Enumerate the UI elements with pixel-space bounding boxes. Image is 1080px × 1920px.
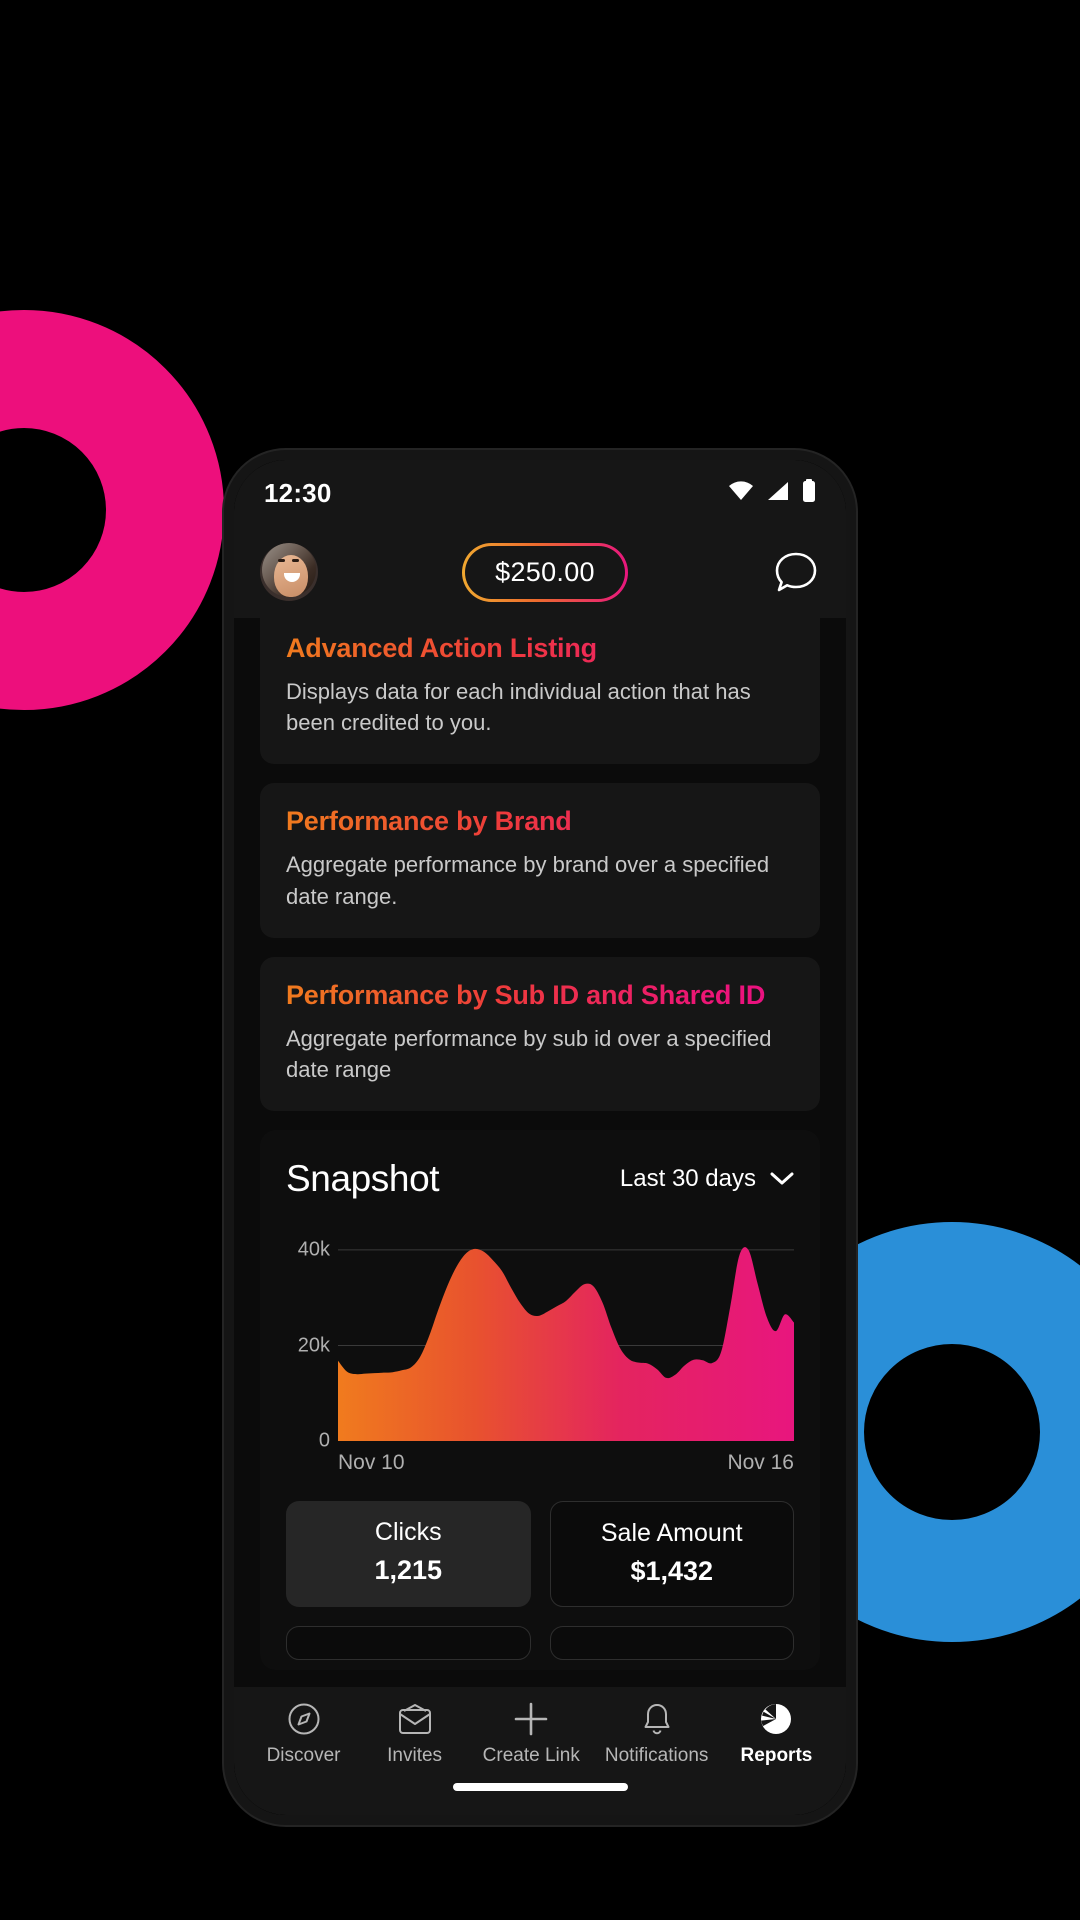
nav-label: Create Link (482, 1745, 580, 1766)
report-card-title: Advanced Action Listing (286, 632, 794, 665)
content-scroll-area[interactable]: Advanced Action Listing Displays data fo… (234, 618, 846, 1815)
report-card-performance-by-brand[interactable]: Performance by Brand Aggregate performan… (260, 783, 820, 938)
nav-item-invites[interactable]: Invites (372, 1701, 458, 1767)
status-bar-clock: 12:30 (264, 477, 332, 508)
status-bar: 12:30 (234, 460, 846, 526)
decorative-pink-ring (0, 310, 224, 710)
chart-xtick-start: Nov 10 (338, 1451, 405, 1475)
nav-item-create-link[interactable]: Create Link (483, 1701, 580, 1767)
report-card-title: Performance by Sub ID and Shared ID (286, 979, 794, 1012)
nav-label: Reports (740, 1745, 813, 1766)
bottom-nav-items: Discover Invites Create Link Notificatio… (234, 1701, 846, 1767)
stat-label: Sale Amount (600, 1519, 743, 1548)
envelope-icon (398, 1701, 432, 1737)
home-indicator (452, 1783, 628, 1791)
stat-card-partial-left[interactable] (286, 1626, 531, 1661)
report-card-description: Aggregate performance by brand over a sp… (286, 852, 770, 909)
report-card-title: Performance by Brand (286, 805, 794, 838)
nav-item-notifications[interactable]: Notifications (604, 1701, 709, 1767)
bell-icon (641, 1701, 673, 1737)
snapshot-header: Snapshot Last 30 days (286, 1158, 794, 1200)
plus-icon (513, 1701, 549, 1737)
cellular-signal-icon (767, 481, 789, 506)
chart-plot-area (338, 1226, 794, 1442)
nav-item-reports[interactable]: Reports (733, 1701, 819, 1767)
chart-ytick: 40k (297, 1238, 330, 1261)
chart-y-axis: 0 20k 40k (286, 1226, 338, 1452)
chart-area-series (338, 1247, 794, 1442)
balance-pill[interactable]: $250.00 (462, 542, 628, 602)
date-range-select[interactable]: Last 30 days (620, 1165, 794, 1193)
area-chart-svg (338, 1247, 794, 1442)
chart-ytick: 20k (297, 1334, 330, 1357)
nav-label: Invites (387, 1745, 443, 1766)
chart-x-axis: Nov 10 Nov 16 (286, 1441, 794, 1475)
stat-label: Clicks (374, 1518, 442, 1547)
avatar[interactable] (260, 543, 318, 601)
report-card-description: Aggregate performance by sub id over a s… (286, 1025, 772, 1082)
report-card-performance-by-sub-id[interactable]: Performance by Sub ID and Shared ID Aggr… (260, 956, 820, 1112)
date-range-label: Last 30 days (619, 1165, 756, 1193)
page-title: Snapshot (286, 1158, 440, 1200)
status-bar-icons (728, 478, 816, 508)
nav-item-discover[interactable]: Discover (261, 1701, 347, 1767)
snapshot-chart: 0 20k 40k (286, 1226, 794, 1452)
snapshot-panel: Snapshot Last 30 days 0 20k 40k Nov 10 N… (260, 1130, 820, 1671)
phone-screen: 12:30 $250.00 Advanced Action Listing Di… (234, 460, 846, 1815)
wifi-icon (728, 480, 754, 506)
chart-xtick-end: Nov 16 (727, 1451, 794, 1475)
chat-bubble-icon[interactable] (772, 548, 820, 596)
nav-label: Discover (266, 1745, 341, 1766)
phone-frame: 12:30 $250.00 Advanced Action Listing Di… (224, 450, 856, 1825)
snapshot-stat-grid: Clicks 1,215 Sale Amount $1,432 (286, 1501, 794, 1661)
report-card-advanced-action-listing[interactable]: Advanced Action Listing Displays data fo… (260, 618, 820, 765)
chevron-down-icon (770, 1165, 794, 1193)
battery-icon (802, 478, 816, 508)
balance-amount: $250.00 (465, 545, 625, 599)
nav-label: Notifications (604, 1745, 709, 1766)
stat-card-sale-amount[interactable]: Sale Amount $1,432 (549, 1501, 794, 1608)
chart-ytick: 0 (318, 1429, 330, 1452)
stat-value: 1,215 (374, 1555, 443, 1586)
screenshot-canvas: 12:30 $250.00 Advanced Action Listing Di… (0, 0, 1080, 1920)
report-card-description: Displays data for each individual action… (286, 678, 751, 736)
compass-icon (287, 1701, 321, 1737)
pie-chart-icon (759, 1701, 793, 1737)
bottom-navigation-bar: Discover Invites Create Link Notificatio… (234, 1687, 846, 1815)
avatar-eye-left (278, 559, 285, 562)
avatar-eye-right (292, 559, 299, 562)
stat-value: $1,432 (630, 1556, 714, 1587)
stat-card-clicks[interactable]: Clicks 1,215 (286, 1501, 531, 1608)
app-header: $250.00 (234, 526, 846, 618)
stat-card-partial-right[interactable] (549, 1626, 794, 1661)
